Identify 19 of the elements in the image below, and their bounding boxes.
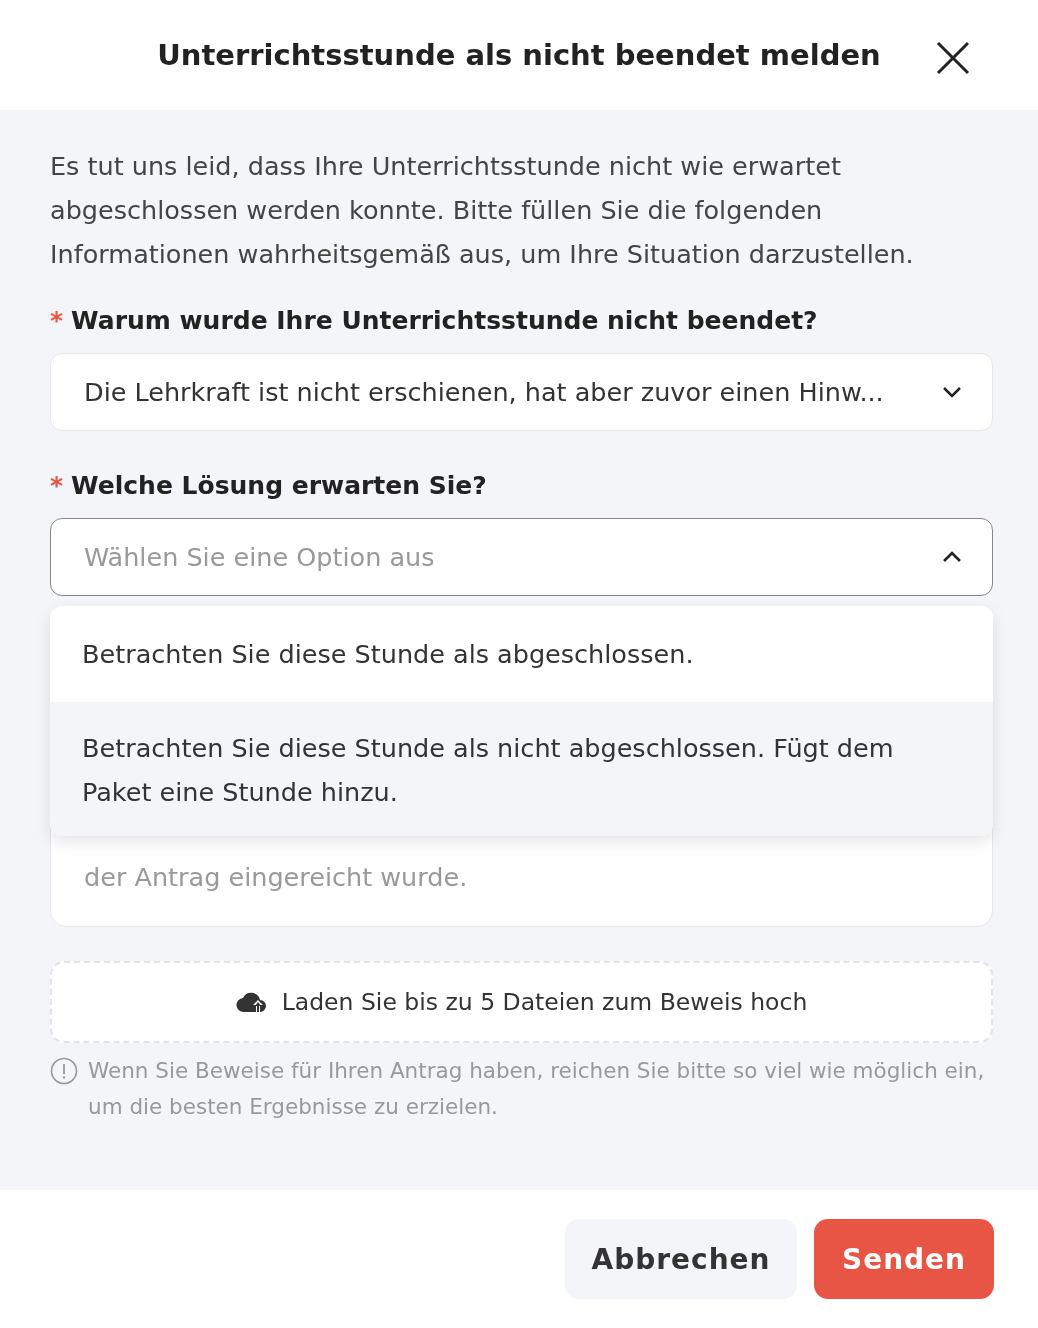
send-button[interactable]: Senden (814, 1219, 994, 1299)
reason-select[interactable]: Die Lehrkraft ist nicht erschienen, hat aber zuvor einen Hinw... (50, 353, 993, 431)
field-label: Welche Lösung erwarten Sie? (71, 471, 487, 500)
cancel-button[interactable]: Abbrechen (565, 1219, 797, 1299)
chevron-icon (942, 386, 962, 398)
required-asterisk: * (50, 306, 64, 335)
cloud-upload-icon (235, 990, 266, 1014)
required-asterisk: * (50, 471, 64, 500)
field-label: Warum wurde Ihre Unterrichtsstunde nicht beendet? (71, 306, 818, 335)
dropdown-option[interactable]: Betrachten Sie diese Stunde als abgeschlossen. (50, 606, 993, 702)
info-icon (50, 1057, 78, 1085)
upload-area[interactable]: Laden Sie bis zu 5 Dateien zum Beweis hoch (50, 961, 993, 1043)
dropdown-option[interactable]: Betrachten Sie diese Stunde als nicht abgeschlossen. Fügt dem Paket eine Stunde hinzu. (50, 702, 993, 836)
dialog-title: Unterrichtsstunde als nicht beendet melden (157, 38, 881, 72)
intro-text: Es tut uns leid, dass Ihre Unterrichtsstunde nicht wie erwartet abgeschlossen werden konnte. Bitte füllen Sie die folgenden Informationen wahrheitsgemäß aus, um Ihre Situation darzustellen. (50, 150, 915, 271)
textarea-placeholder: der Antrag eingereicht wurde. (84, 861, 469, 894)
hint-text: Wenn Sie Beweise für Ihren Antrag haben, reichen Sie bitte so viel wie möglich ein, um die besten Ergebnisse zu erzielen. (88, 1057, 986, 1121)
chevron-icon (942, 551, 962, 563)
close-icon[interactable] (936, 41, 970, 75)
